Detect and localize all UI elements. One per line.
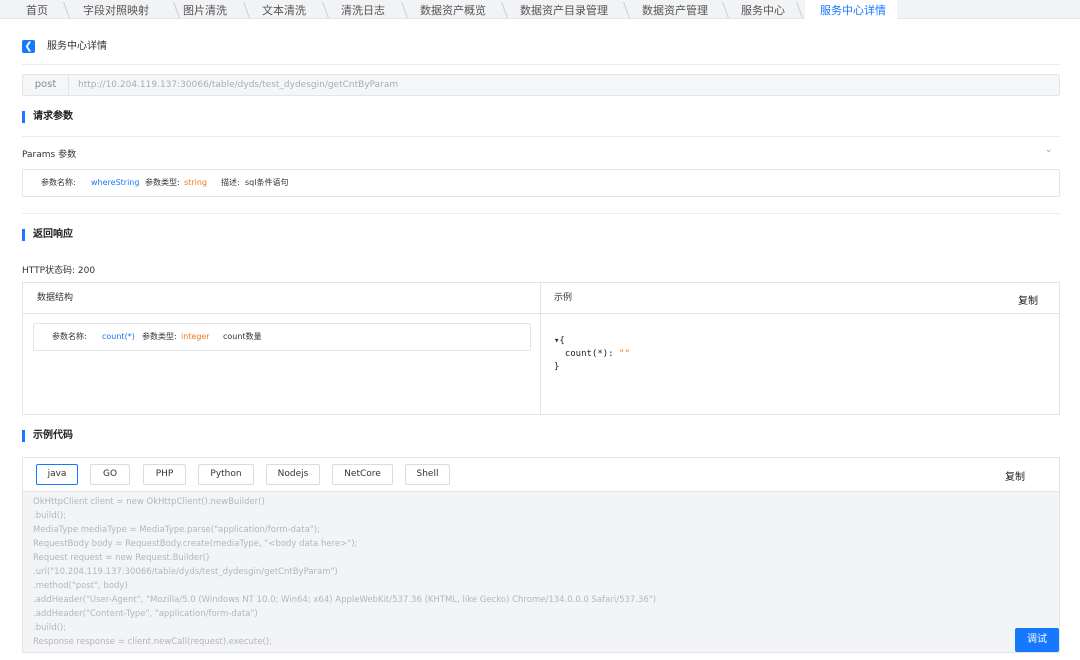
copy-example-button[interactable]: 复制 (1018, 292, 1038, 307)
tab-bar: 首页 字段对照映射 图片清洗 文本清洗 清洗日志 数据资产概览 数据资产目录管理… (0, 0, 1080, 19)
page-title: 服务中心详情 (47, 41, 107, 52)
tab-service-detail[interactable]: 服务中心详情 (796, 0, 897, 19)
tab-cleaning-log[interactable]: 清洗日志 (322, 0, 401, 19)
code-line: .addHeader("User-Agent", "Mozilla/5.0 (W… (33, 595, 657, 605)
lang-tab-python[interactable]: Python (198, 464, 254, 485)
copy-code-button[interactable]: 复制 (1005, 468, 1025, 483)
field-desc: count数量 (223, 332, 262, 341)
tab-label: 字段对照映射 (83, 3, 149, 17)
params-collapse-header[interactable]: Params 参数 (22, 147, 76, 160)
chevron-down-icon[interactable]: ⌄ (1045, 145, 1053, 155)
http-status: HTTP状态码: 200 (22, 266, 96, 276)
code-line: Response response = client.newCall(reque… (33, 637, 272, 647)
param-name-label: 参数名称: (41, 178, 76, 187)
tab-asset-management[interactable]: 数据资产管理 (623, 0, 728, 19)
json-open[interactable]: ▾{ (554, 336, 565, 346)
tab-label: 首页 (26, 3, 48, 17)
tab-asset-overview[interactable]: 数据资产概览 (401, 0, 500, 19)
chevron-left-icon[interactable]: ❮ (22, 40, 35, 53)
tab-label: 服务中心 (741, 3, 785, 17)
structure-header: 数据结构 (37, 293, 74, 303)
tab-image-cleaning[interactable]: 图片清洗 (173, 0, 242, 19)
param-desc: sql条件语句 (245, 178, 289, 187)
request-url: http://10.204.119.137:30066/table/dyds/t… (78, 80, 399, 90)
section-title-response: 返回响应 (22, 229, 73, 241)
tab-label: 文本清洗 (262, 3, 306, 17)
lang-tab-go[interactable]: GO (90, 464, 130, 485)
code-line: .method("post", body) (33, 581, 128, 591)
lang-tab-nodejs[interactable]: Nodejs (266, 464, 320, 485)
tab-text-cleaning[interactable]: 文本清洗 (243, 0, 322, 19)
divider (540, 283, 541, 414)
tab-service-center[interactable]: 服务中心 (722, 0, 799, 19)
code-line: .build(); (33, 623, 67, 633)
response-field-row: 参数名称: count(*) 参数类型: integer count数量 (33, 323, 531, 351)
response-panel: 数据结构 示例 复制 参数名称: count(*) 参数类型: integer … (22, 282, 1060, 415)
code-line: MediaType mediaType = MediaType.parse("a… (33, 525, 320, 535)
tab-label: 数据资产管理 (642, 3, 708, 17)
lang-tab-netcore[interactable]: NetCore (332, 464, 393, 485)
lang-tab-php[interactable]: PHP (143, 464, 186, 485)
field-type: integer (181, 332, 210, 341)
tab-asset-catalog[interactable]: 数据资产目录管理 (501, 0, 625, 19)
param-row: 参数名称: whereString 参数类型: string 描述: sql条件… (22, 169, 1060, 197)
param-type-label: 参数类型: (145, 178, 180, 187)
param-name: whereString (91, 178, 140, 187)
section-title-request-params: 请求参数 (22, 111, 73, 123)
code-line: .build(); (33, 511, 67, 521)
code-line: .url("10.204.119.137:30066/table/dyds/te… (33, 567, 338, 577)
code-line: RequestBody body = RequestBody.create(me… (33, 539, 358, 549)
json-key: count(*): (554, 349, 620, 359)
lang-tab-shell[interactable]: Shell (405, 464, 450, 485)
json-close: } (554, 362, 560, 372)
param-type: string (184, 178, 207, 187)
tab-label: 数据资产目录管理 (520, 3, 608, 17)
request-url-bar: post http://10.204.119.137:30066/table/d… (22, 74, 1060, 96)
field-type-label: 参数类型: (142, 332, 177, 341)
tab-label: 图片清洗 (183, 3, 227, 17)
language-tabs: java GO PHP Python Nodejs NetCore Shell … (23, 458, 1059, 492)
field-name: count(*) (102, 332, 135, 341)
divider (22, 136, 1060, 137)
tab-home[interactable]: 首页 (14, 0, 62, 19)
divider (22, 64, 1060, 65)
tab-field-mapping[interactable]: 字段对照映射 (63, 0, 172, 19)
divider (23, 313, 1059, 314)
section-title-sample-code: 示例代码 (22, 430, 73, 442)
tab-label: 数据资产概览 (420, 3, 486, 17)
code-line: OkHttpClient client = new OkHttpClient()… (33, 497, 265, 507)
example-header: 示例 (554, 293, 573, 303)
request-method: post (23, 75, 69, 95)
lang-tab-java[interactable]: java (36, 464, 78, 485)
param-desc-label: 描述: (221, 178, 240, 187)
json-value: "" (619, 349, 630, 359)
code-line: Request request = new Request.Builder() (33, 553, 210, 563)
tab-label: 清洗日志 (341, 3, 385, 17)
code-block[interactable]: OkHttpClient client = new OkHttpClient()… (23, 492, 1059, 652)
tab-label: 服务中心详情 (820, 3, 886, 17)
field-name-label: 参数名称: (52, 332, 87, 341)
divider (22, 213, 1060, 214)
json-example: ▾{ count(*): "" } (554, 335, 630, 374)
sample-code-panel: java GO PHP Python Nodejs NetCore Shell … (22, 457, 1060, 653)
debug-button[interactable]: 调试 (1015, 628, 1059, 652)
code-line: .addHeader("Content-Type", "application/… (33, 609, 258, 619)
